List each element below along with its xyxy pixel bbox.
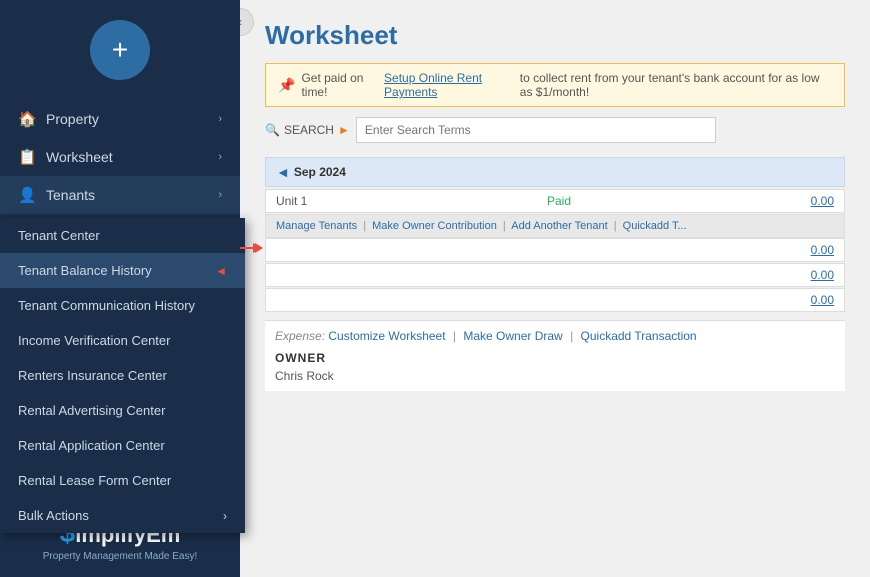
prev-month-button[interactable]: ◄ [276,164,290,180]
data-row-unit1: Unit 1 Paid 0.00 [265,189,845,213]
owner-section-label: OWNER [275,351,835,365]
quickadd-link[interactable]: Quickadd T... [623,220,687,232]
dropdown-item-renters-insurance[interactable]: Renters Insurance Center [0,358,245,393]
owner-name: Chris Rock [275,369,835,383]
unit-label: Unit 1 [276,194,307,208]
alert-rest: to collect rent from your tenant's bank … [520,71,832,99]
chevron-right-icon: › [218,113,222,125]
add-button[interactable]: + [90,20,150,80]
quickadd-transaction-link[interactable]: Quickadd Transaction [581,329,697,343]
dropdown-item-tenant-balance-history[interactable]: Tenant Balance History ◄ [0,253,245,288]
dropdown-item-bulk-actions[interactable]: Bulk Actions › [0,498,245,533]
sidebar: + 🏠 Property › 📋 Worksheet › 👤 Tenants › [0,0,240,577]
dropdown-item-income-verification[interactable]: Income Verification Center [0,323,245,358]
data-row-4: 0.00 [265,288,845,312]
expense-links: Expense: Customize Worksheet | Make Owne… [275,329,835,343]
make-owner-contribution-link[interactable]: Make Owner Contribution [372,220,497,232]
expense-label: Expense: [275,329,325,343]
dropdown-item-tenant-communication-history[interactable]: Tenant Communication History [0,288,245,323]
search-label: 🔍 SEARCH ► [265,123,350,137]
data-row-3: 0.00 [265,263,845,287]
bottom-section: Expense: Customize Worksheet | Make Owne… [265,320,845,391]
sidebar-item-tenants[interactable]: 👤 Tenants › [0,176,240,214]
alert-icon: 📌 [278,77,295,94]
dropdown-item-rental-lease-form[interactable]: Rental Lease Form Center [0,463,245,498]
search-bar: 🔍 SEARCH ► [265,117,845,143]
amount-link-2[interactable]: 0.00 [811,243,834,257]
amount-link[interactable]: 0.00 [811,194,834,208]
tenants-dropdown: Tenant Center Tenant Balance History ◄ T… [0,218,245,533]
search-input[interactable] [356,117,716,143]
manage-tenants-link[interactable]: Manage Tenants [276,220,357,232]
page-title: Worksheet [265,20,845,51]
month-label: Sep 2024 [294,165,346,179]
chevron-right-icon: › [218,189,222,201]
make-owner-draw-link[interactable]: Make Owner Draw [463,329,562,343]
search-arrow: ► [338,123,350,137]
logo-tagline: Property Management Made Easy! [15,551,225,562]
add-another-tenant-link[interactable]: Add Another Tenant [511,220,607,232]
customize-worksheet-link[interactable]: Customize Worksheet [328,329,445,343]
chevron-right-icon: › [218,151,222,163]
alert-text: Get paid on time! [301,71,378,99]
main-content: ‹ Worksheet 📌 Get paid on time! Setup On… [240,0,870,577]
dropdown-item-tenant-center[interactable]: Tenant Center [0,218,245,253]
alert-bar: 📌 Get paid on time! Setup Online Rent Pa… [265,63,845,107]
data-row-2: 0.00 [265,238,845,262]
worksheet-icon: 📋 [18,148,36,166]
action-links-row: Manage Tenants | Make Owner Contribution… [265,214,845,238]
setup-payments-link[interactable]: Setup Online Rent Payments [384,71,514,99]
chevron-right-icon: › [223,509,227,523]
dropdown-item-rental-advertising[interactable]: Rental Advertising Center [0,393,245,428]
owner-section: OWNER Chris Rock [275,351,835,383]
arrow-indicator: ◄ [215,264,227,278]
dropdown-item-rental-application[interactable]: Rental Application Center [0,428,245,463]
red-arrow-indicator [240,247,255,249]
table-header-row: ◄ Sep 2024 [265,157,845,187]
sidebar-item-label: Property [46,111,99,127]
tenants-icon: 👤 [18,186,36,204]
amount-link-3[interactable]: 0.00 [811,268,834,282]
sidebar-item-label: Worksheet [46,149,113,165]
search-icon: 🔍 [265,123,280,137]
paid-status: Paid [547,194,571,208]
amount-link-4[interactable]: 0.00 [811,293,834,307]
home-icon: 🏠 [18,110,36,128]
sidebar-item-label: Tenants [46,187,95,203]
sidebar-item-property[interactable]: 🏠 Property › [0,100,240,138]
main-inner: Worksheet 📌 Get paid on time! Setup Onli… [240,0,870,411]
sidebar-item-worksheet[interactable]: 📋 Worksheet › [0,138,240,176]
